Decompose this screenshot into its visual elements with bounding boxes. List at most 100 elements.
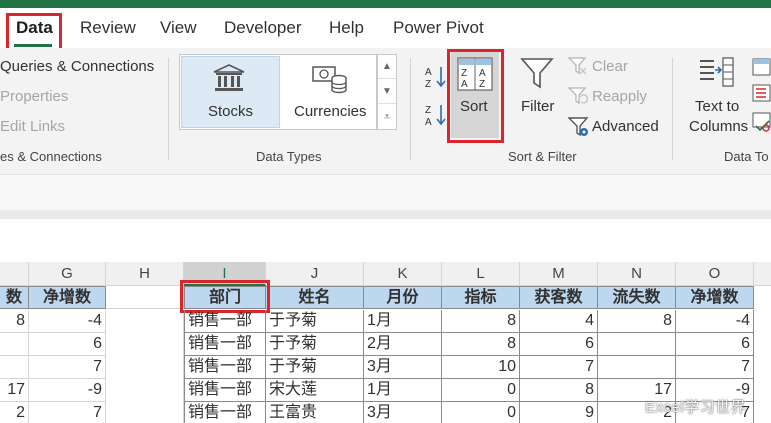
column-header-o[interactable]: O bbox=[676, 262, 754, 286]
advanced-filter-icon[interactable] bbox=[567, 116, 590, 143]
edit-links-button[interactable]: Edit Links bbox=[0, 118, 65, 135]
tab-help[interactable]: Help bbox=[329, 18, 364, 38]
filter-icon[interactable] bbox=[520, 56, 554, 95]
table-cell[interactable]: 0 bbox=[442, 402, 520, 423]
table-cell[interactable]: 7 bbox=[676, 356, 754, 379]
gallery-up-icon[interactable]: ▲ bbox=[378, 55, 396, 79]
table-cell[interactable]: 宋大莲 bbox=[266, 379, 364, 402]
table-header-net[interactable]: 净增数 bbox=[676, 286, 754, 309]
table-cell[interactable]: 销售一部 bbox=[184, 402, 266, 423]
column-header-f[interactable] bbox=[0, 262, 29, 286]
data-validation-icon[interactable] bbox=[752, 112, 771, 137]
table-header-target[interactable]: 指标 bbox=[442, 286, 520, 309]
text-to-columns-line2[interactable]: Columns bbox=[689, 118, 748, 135]
table-cell[interactable]: 8 bbox=[442, 310, 520, 333]
table-cell[interactable]: 6 bbox=[29, 333, 106, 356]
table-cell[interactable]: 0 bbox=[442, 379, 520, 402]
table-cell[interactable]: 于予菊 bbox=[266, 333, 364, 356]
ribbon-bottom-border bbox=[0, 210, 771, 219]
column-header-j[interactable]: J bbox=[266, 262, 364, 286]
clear-button[interactable]: Clear bbox=[592, 58, 628, 75]
advanced-button[interactable]: Advanced bbox=[592, 118, 659, 135]
table-cell[interactable]: 7 bbox=[29, 402, 106, 423]
queries-connections-button[interactable]: Queries & Connections bbox=[0, 58, 154, 75]
table-cell[interactable]: 销售一部 bbox=[184, 310, 266, 333]
clear-filter-icon bbox=[567, 56, 588, 81]
column-header-l[interactable]: L bbox=[442, 262, 520, 286]
reapply-icon bbox=[567, 86, 589, 111]
table-cell[interactable]: 销售一部 bbox=[184, 333, 266, 356]
table-cell[interactable]: 3月 bbox=[364, 356, 442, 379]
gallery-expand-icon[interactable]: ⩡ bbox=[378, 105, 396, 129]
svg-text:Z: Z bbox=[425, 79, 431, 90]
table-cell[interactable] bbox=[0, 356, 29, 379]
watermark: Excel学习世界 bbox=[645, 399, 747, 416]
table-cell[interactable]: 9 bbox=[520, 402, 598, 423]
bank-icon bbox=[212, 63, 246, 98]
table-cell[interactable]: 王富贵 bbox=[266, 402, 364, 423]
tab-power-pivot[interactable]: Power Pivot bbox=[393, 18, 484, 38]
properties-button[interactable]: Properties bbox=[0, 88, 68, 105]
text-to-columns-line1[interactable]: Text to bbox=[695, 98, 739, 115]
table-cell[interactable]: 10 bbox=[442, 356, 520, 379]
flash-fill-icon[interactable] bbox=[752, 58, 771, 81]
table-header-acquired[interactable]: 获客数 bbox=[520, 286, 598, 309]
table-cell[interactable]: 销售一部 bbox=[184, 356, 266, 379]
gallery-scrollbar[interactable]: ▲ ▼ ⩡ bbox=[377, 54, 397, 130]
table-cell[interactable]: 8 bbox=[520, 379, 598, 402]
table-header-month[interactable]: 月份 bbox=[364, 286, 442, 309]
group-label-data-types: Data Types bbox=[256, 149, 322, 164]
text-to-columns-icon[interactable] bbox=[698, 56, 736, 97]
stocks-button[interactable]: Stocks bbox=[208, 103, 253, 120]
reapply-button[interactable]: Reapply bbox=[592, 88, 647, 105]
currencies-button[interactable]: Currencies bbox=[294, 103, 367, 120]
column-header-h[interactable]: H bbox=[106, 262, 184, 286]
table-cell[interactable]: 6 bbox=[676, 333, 754, 356]
table-cell[interactable]: 4 bbox=[520, 310, 598, 333]
column-header-g[interactable]: G bbox=[29, 262, 106, 286]
table-cell[interactable]: 7 bbox=[520, 356, 598, 379]
left-header-cell[interactable]: 数 bbox=[0, 286, 29, 309]
group-separator bbox=[168, 58, 169, 160]
remove-duplicates-icon[interactable] bbox=[752, 84, 771, 107]
table-cell[interactable] bbox=[598, 356, 676, 379]
svg-text:A: A bbox=[425, 117, 432, 128]
group-label-queries: es & Connections bbox=[0, 149, 102, 164]
filter-button[interactable]: Filter bbox=[521, 98, 554, 115]
empty-cell[interactable] bbox=[106, 286, 184, 309]
table-cell[interactable]: 17 bbox=[0, 379, 29, 402]
table-header-name[interactable]: 姓名 bbox=[266, 286, 364, 309]
highlight-box-department bbox=[180, 280, 270, 313]
table-cell[interactable] bbox=[0, 333, 29, 356]
table-cell[interactable]: 8 bbox=[442, 333, 520, 356]
svg-text:A: A bbox=[425, 67, 432, 78]
tab-view[interactable]: View bbox=[160, 18, 197, 38]
tab-review[interactable]: Review bbox=[80, 18, 136, 38]
table-cell[interactable]: 1月 bbox=[364, 379, 442, 402]
table-header-lost[interactable]: 流失数 bbox=[598, 286, 676, 309]
formula-area bbox=[0, 219, 771, 249]
table-cell[interactable]: 于予菊 bbox=[266, 356, 364, 379]
left-header-cell[interactable]: 净增数 bbox=[29, 286, 106, 309]
table-cell[interactable]: 2 bbox=[0, 402, 29, 423]
column-header-k[interactable]: K bbox=[364, 262, 442, 286]
table-cell[interactable]: 8 bbox=[0, 310, 29, 333]
table-cell[interactable]: 2月 bbox=[364, 333, 442, 356]
tab-developer[interactable]: Developer bbox=[224, 18, 302, 38]
group-separator bbox=[410, 58, 411, 160]
table-cell[interactable]: 8 bbox=[598, 310, 676, 333]
table-cell[interactable]: 于予菊 bbox=[266, 310, 364, 333]
table-cell[interactable]: -9 bbox=[29, 379, 106, 402]
table-cell[interactable]: -4 bbox=[676, 310, 754, 333]
table-cell[interactable] bbox=[598, 333, 676, 356]
column-header-n[interactable]: N bbox=[598, 262, 676, 286]
table-cell[interactable]: 6 bbox=[520, 333, 598, 356]
table-cell[interactable]: 1月 bbox=[364, 310, 442, 333]
gallery-down-icon[interactable]: ▼ bbox=[378, 80, 396, 104]
table-cell[interactable]: 7 bbox=[29, 356, 106, 379]
column-header-m[interactable]: M bbox=[520, 262, 598, 286]
table-cell[interactable]: 销售一部 bbox=[184, 379, 266, 402]
table-cell[interactable]: 3月 bbox=[364, 402, 442, 423]
table-cell[interactable]: -4 bbox=[29, 310, 106, 333]
empty-column-h[interactable] bbox=[106, 310, 184, 423]
